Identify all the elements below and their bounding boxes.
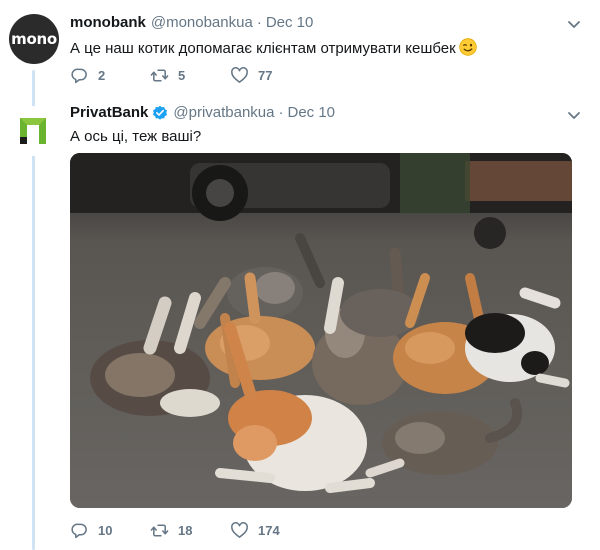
user-handle[interactable]: @privatbankua xyxy=(173,104,274,121)
reply-icon xyxy=(71,523,87,539)
tweet-photo[interactable] xyxy=(70,153,572,508)
avatar[interactable] xyxy=(9,106,59,156)
like-icon xyxy=(231,67,248,83)
display-name[interactable]: monobank xyxy=(70,14,146,31)
winking-face-icon xyxy=(459,38,477,56)
display-name[interactable]: PrivatBank xyxy=(70,104,148,121)
tweet-date[interactable]: Dec 10 xyxy=(288,104,336,121)
chevron-down-icon[interactable] xyxy=(566,16,582,32)
reply-count: 10 xyxy=(98,523,113,538)
avatar[interactable]: mono xyxy=(9,14,59,64)
tweet-text: А ось ці, теж ваші? xyxy=(70,128,202,145)
cats-on-road-photo xyxy=(70,153,572,508)
retweet-button[interactable]: 18 xyxy=(150,521,230,540)
retweet-button[interactable]: 5 xyxy=(150,66,230,85)
verified-badge-icon xyxy=(153,105,168,120)
tweet-actions: 2 5 77 xyxy=(70,66,272,85)
tweet-header: PrivatBank @privatbankua · Dec 10 xyxy=(70,104,335,121)
tweet-privatbank[interactable]: PrivatBank @privatbankua · Dec 10 А ось … xyxy=(0,95,600,550)
chevron-down-icon[interactable] xyxy=(566,107,582,123)
tweet-header: monobank @monobankua · Dec 10 xyxy=(70,14,313,31)
reply-button[interactable]: 2 xyxy=(70,66,150,85)
retweet-count: 18 xyxy=(178,523,193,538)
tweet-actions: 10 18 174 xyxy=(70,521,280,540)
like-count: 174 xyxy=(258,523,280,538)
tweet-date[interactable]: Dec 10 xyxy=(266,14,314,31)
reply-count: 2 xyxy=(98,68,106,83)
separator-dot: · xyxy=(278,104,284,121)
like-button[interactable]: 174 xyxy=(230,521,280,540)
retweet-count: 5 xyxy=(178,68,186,83)
avatar-logo-text: mono xyxy=(11,30,57,48)
reply-icon xyxy=(71,68,87,84)
like-icon xyxy=(231,522,248,538)
tweet-monobank[interactable]: mono monobank @monobankua · Dec 10 А це … xyxy=(0,0,600,95)
tweet-text: А це наш котик допомагає клієнтам отриму… xyxy=(70,38,477,57)
retweet-icon xyxy=(150,69,169,82)
privatbank-logo-icon xyxy=(17,114,51,148)
retweet-icon xyxy=(150,524,169,537)
reply-button[interactable]: 10 xyxy=(70,521,150,540)
tweet-text-body: А це наш котик допомагає клієнтам отриму… xyxy=(70,40,456,57)
user-handle[interactable]: @monobankua xyxy=(151,14,253,31)
separator-dot: · xyxy=(256,14,262,31)
like-count: 77 xyxy=(258,68,273,83)
like-button[interactable]: 77 xyxy=(230,66,272,85)
